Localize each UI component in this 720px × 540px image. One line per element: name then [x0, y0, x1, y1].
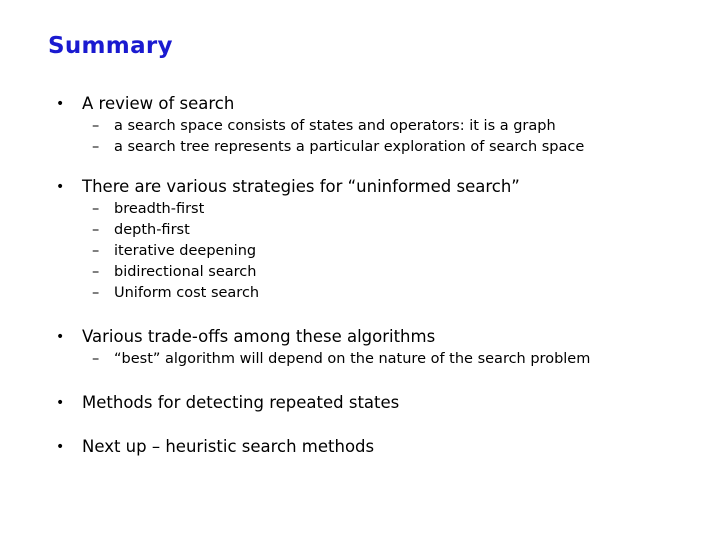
bullet-text: Methods for detecting repeated states [82, 393, 400, 412]
sub-item-text: iterative deepening [114, 243, 257, 259]
dash-icon: – [92, 201, 100, 217]
sub-item-text: a search space consists of states and op… [114, 118, 556, 134]
sub-item-text: a search tree represents a particular ex… [114, 139, 585, 155]
sub-item-text: bidirectional search [114, 264, 257, 280]
dash-icon: – [92, 118, 100, 134]
bullet-icon: • [56, 439, 65, 455]
dash-icon: – [92, 285, 100, 301]
dash-icon: – [92, 222, 100, 238]
bullet-icon: • [56, 395, 65, 411]
dash-icon: – [92, 243, 100, 259]
bullet-icon: • [56, 96, 65, 112]
bullet-icon: • [56, 179, 65, 195]
bullet-text: Next up – heuristic search methods [82, 437, 375, 456]
sub-item-text: “best” algorithm will depend on the natu… [114, 351, 591, 367]
sub-item-text: breadth-first [114, 201, 205, 217]
slide-title: Summary [48, 33, 173, 59]
sub-item-text: Uniform cost search [114, 285, 260, 301]
bullet-text: There are various strategies for “uninfo… [82, 177, 520, 196]
bullet-icon: • [56, 329, 65, 345]
dash-icon: – [92, 264, 100, 280]
dash-icon: – [92, 351, 100, 367]
dash-icon: – [92, 139, 100, 155]
bullet-text: A review of search [82, 94, 235, 113]
bullet-text: Various trade-offs among these algorithm… [82, 327, 436, 346]
sub-item-text: depth-first [114, 222, 190, 238]
